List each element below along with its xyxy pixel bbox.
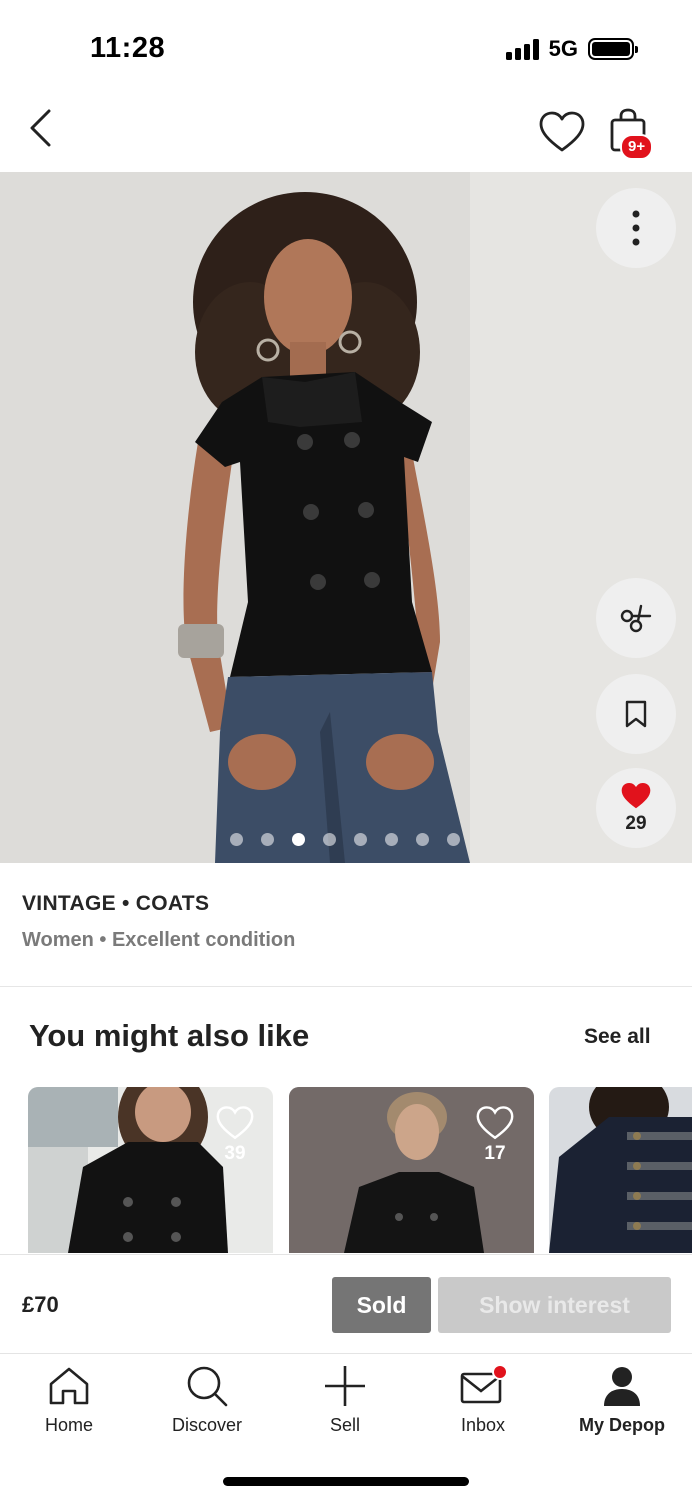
recommendation-like-count: 39: [224, 1143, 246, 1164]
sold-button[interactable]: Sold: [332, 1277, 431, 1333]
recommendation-card[interactable]: 39: [28, 1087, 273, 1253]
swap-icon: [620, 604, 652, 633]
tab-sell[interactable]: Sell: [280, 1363, 410, 1436]
product-photo: [0, 172, 692, 863]
see-all-link[interactable]: See all: [584, 1025, 651, 1049]
heart-outline-icon: [476, 1106, 514, 1140]
signal-icon: [505, 38, 539, 60]
status-bar: 11:28 5G: [0, 0, 692, 96]
recommendation-like[interactable]: 17: [473, 1105, 517, 1165]
pagination-dot[interactable]: [230, 833, 243, 846]
section-divider: [0, 986, 692, 987]
home-icon: [44, 1363, 94, 1409]
more-vertical-icon: [632, 210, 640, 246]
status-indicators: 5G: [505, 36, 638, 62]
bag-button[interactable]: 9+: [608, 108, 664, 160]
tab-discover[interactable]: Discover: [142, 1363, 272, 1436]
pagination-dot[interactable]: [354, 833, 367, 846]
tab-label: My Depop: [578, 1415, 665, 1435]
item-category: VINTAGE • COATS: [22, 892, 210, 915]
bookmark-icon: [625, 700, 647, 728]
tab-label: Home: [44, 1415, 93, 1435]
recommendations-title: You might also like: [29, 1018, 310, 1053]
top-nav: 9+: [0, 96, 692, 172]
status-time: 11:28: [90, 32, 166, 64]
tab-label: Discover: [171, 1415, 242, 1435]
mail-icon: [458, 1363, 508, 1409]
pagination-dot[interactable]: [416, 833, 429, 846]
item-price: £70: [22, 1292, 59, 1317]
more-options-button[interactable]: [596, 188, 676, 268]
show-interest-button[interactable]: Show interest: [438, 1277, 671, 1333]
recommendation-like-count: 17: [484, 1143, 506, 1164]
tab-my-depop[interactable]: My Depop: [557, 1363, 687, 1436]
heart-filled-icon: [621, 783, 651, 809]
battery-icon: [588, 38, 638, 60]
heart-outline-icon: [539, 111, 585, 152]
like-count: 29: [625, 813, 647, 834]
bottom-tab-bar: Home Discover Sell Inbox My Depop: [0, 1355, 692, 1455]
profile-icon: [597, 1363, 647, 1409]
pagination-dot[interactable]: [323, 833, 336, 846]
pagination-dot[interactable]: [261, 833, 274, 846]
recommendation-like[interactable]: 39: [213, 1105, 257, 1165]
save-button[interactable]: [596, 674, 676, 754]
pagination-dot[interactable]: [385, 833, 398, 846]
home-indicator: [223, 1477, 469, 1486]
recommendation-card[interactable]: 17: [289, 1087, 534, 1253]
purchase-bar: £70 Sold Show interest: [0, 1254, 692, 1354]
chevron-left-icon: [30, 109, 51, 147]
plus-icon: [320, 1363, 370, 1409]
tab-home[interactable]: Home: [4, 1363, 134, 1436]
tab-label: Inbox: [460, 1415, 506, 1435]
product-image-gallery[interactable]: 29: [0, 172, 692, 863]
bag-count-badge: 9+: [620, 134, 654, 160]
search-icon: [182, 1363, 232, 1409]
back-button[interactable]: [22, 106, 58, 150]
recommendation-photo: [549, 1087, 692, 1253]
tab-label: Sell: [329, 1415, 360, 1435]
recommendation-card[interactable]: [549, 1087, 692, 1253]
heart-outline-icon: [216, 1106, 254, 1140]
tab-inbox[interactable]: Inbox: [418, 1363, 548, 1436]
pagination-dot[interactable]: [292, 833, 305, 846]
like-button[interactable]: [538, 110, 586, 154]
compare-button[interactable]: [596, 578, 676, 658]
network-label: 5G: [548, 36, 578, 61]
gallery-pagination: [230, 833, 460, 846]
item-details: Women • Excellent condition: [22, 929, 296, 951]
like-count-button[interactable]: 29: [596, 768, 676, 848]
pagination-dot[interactable]: [447, 833, 460, 846]
item-info: VINTAGE • COATS Women • Excellent condit…: [22, 892, 295, 952]
